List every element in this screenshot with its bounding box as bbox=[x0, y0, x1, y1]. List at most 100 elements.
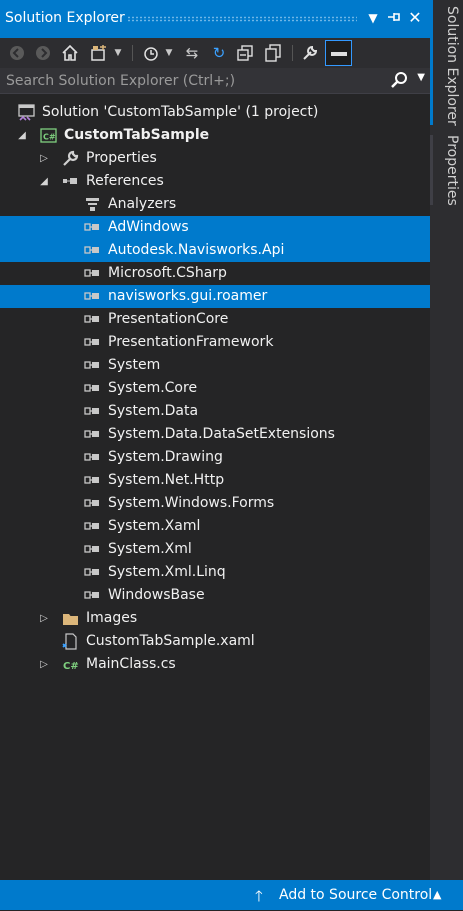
switch-views-dropdown-icon[interactable]: ▼ bbox=[112, 42, 124, 64]
tree-row[interactable]: System.Xml bbox=[0, 538, 430, 561]
tab-properties[interactable]: Properties bbox=[433, 135, 460, 206]
wrench-icon bbox=[62, 150, 79, 167]
tree-item-label: Solution 'CustomTabSample' (1 project) bbox=[42, 104, 319, 120]
tree-row[interactable]: System.Data bbox=[0, 400, 430, 423]
reference-icon bbox=[84, 288, 101, 305]
tree-row[interactable]: System.Drawing bbox=[0, 446, 430, 469]
tree-row[interactable]: System.Core bbox=[0, 377, 430, 400]
tree-row[interactable]: Analyzers bbox=[0, 193, 430, 216]
tree-row[interactable]: System.Xaml bbox=[0, 515, 430, 538]
preview-selected-items-icon[interactable] bbox=[325, 40, 352, 66]
back-icon[interactable] bbox=[6, 42, 28, 64]
svg-text:C#: C# bbox=[63, 661, 79, 672]
tab-solution-explorer[interactable]: Solution Explorer bbox=[433, 6, 460, 126]
home-icon[interactable] bbox=[59, 42, 81, 64]
tree-item-label: PresentationCore bbox=[108, 311, 229, 327]
reference-icon bbox=[84, 518, 101, 535]
collapsed-arrow-icon[interactable]: ▷ bbox=[38, 147, 50, 170]
tree-row[interactable]: navisworks.gui.roamer bbox=[0, 285, 430, 308]
search-box: ▼ bbox=[0, 68, 430, 94]
tree-row[interactable]: ▷ Properties bbox=[0, 147, 430, 170]
tree-row[interactable]: Autodesk.Navisworks.Api bbox=[0, 239, 430, 262]
analyzers-icon bbox=[84, 196, 101, 213]
refresh-icon[interactable]: ↻ bbox=[208, 42, 230, 64]
tree-item-label: CustomTabSample.xaml bbox=[86, 633, 255, 649]
expanded-arrow-icon[interactable]: ◢ bbox=[16, 124, 28, 147]
tree-row[interactable]: PresentationFramework bbox=[0, 331, 430, 354]
reference-icon bbox=[84, 334, 101, 351]
references-icon bbox=[62, 173, 79, 190]
tree-item-label: Microsoft.CSharp bbox=[108, 265, 227, 281]
reference-icon bbox=[84, 403, 101, 420]
csharp-file-icon: C# bbox=[62, 656, 79, 673]
properties-wrench-icon[interactable] bbox=[299, 42, 321, 64]
tree-item-label: System.Core bbox=[108, 380, 198, 396]
tree-row[interactable]: Solution 'CustomTabSample' (1 project) bbox=[0, 101, 430, 124]
panel-title: Solution Explorer bbox=[5, 10, 125, 26]
reference-icon bbox=[84, 265, 101, 282]
reference-icon bbox=[84, 357, 101, 374]
tree-row[interactable]: WindowsBase bbox=[0, 584, 430, 607]
tree-row[interactable]: AdWindows bbox=[0, 216, 430, 239]
tree-row[interactable]: ◢ C# CustomTabSample bbox=[0, 124, 430, 147]
search-options-dropdown-icon[interactable]: ▼ bbox=[417, 72, 425, 83]
tree-item-label: CustomTabSample bbox=[64, 127, 210, 143]
solution-explorer-titlebar: Solution Explorer ▼ ✕ bbox=[0, 0, 430, 38]
close-icon[interactable]: ✕ bbox=[407, 10, 423, 26]
tree-item-label: Properties bbox=[86, 150, 157, 166]
tree-item-label: System.Drawing bbox=[108, 449, 223, 465]
tree-item-label: System.Data.DataSetExtensions bbox=[108, 426, 335, 442]
reference-icon bbox=[84, 541, 101, 558]
pending-changes-filter-icon[interactable] bbox=[140, 42, 162, 64]
tree-row[interactable]: System.Xml.Linq bbox=[0, 561, 430, 584]
tree-row[interactable]: ▷ Images bbox=[0, 607, 430, 630]
toolbar: ▼ ▼ ⇆ ↻ bbox=[0, 38, 430, 68]
tree-row[interactable]: System.Windows.Forms bbox=[0, 492, 430, 515]
status-bar: 🡑 Add to Source Control ▲ bbox=[0, 880, 463, 910]
reference-icon bbox=[84, 449, 101, 466]
tree-row[interactable]: System.Data.DataSetExtensions bbox=[0, 423, 430, 446]
tree-item-label: System.Net.Http bbox=[108, 472, 225, 488]
tree-row[interactable]: System bbox=[0, 354, 430, 377]
tree-item-label: System.Data bbox=[108, 403, 199, 419]
tree-row[interactable]: PresentationCore bbox=[0, 308, 430, 331]
search-icon[interactable] bbox=[390, 71, 408, 89]
tree-item-label: AdWindows bbox=[108, 219, 189, 235]
drag-grip[interactable] bbox=[127, 16, 357, 22]
forward-icon[interactable] bbox=[32, 42, 54, 64]
solution-tree: Solution 'CustomTabSample' (1 project) ◢ C… bbox=[0, 101, 430, 676]
tree-row[interactable]: ◢ References bbox=[0, 170, 430, 193]
window-position-dropdown-icon[interactable]: ▼ bbox=[365, 10, 381, 26]
tree-row[interactable]: Microsoft.CSharp bbox=[0, 262, 430, 285]
tree-item-label: References bbox=[86, 173, 164, 189]
tree-item-label: System.Xaml bbox=[108, 518, 201, 534]
add-to-source-control[interactable]: Add to Source Control bbox=[279, 887, 432, 903]
expanded-arrow-icon[interactable]: ◢ bbox=[38, 170, 50, 193]
tree-row[interactable]: ▷ C# MainClass.cs bbox=[0, 653, 430, 676]
reference-icon bbox=[84, 311, 101, 328]
reference-icon bbox=[84, 219, 101, 236]
tree-item-label: PresentationFramework bbox=[108, 334, 274, 350]
tree-item-label: WindowsBase bbox=[108, 587, 205, 603]
collapsed-arrow-icon[interactable]: ▷ bbox=[38, 653, 50, 676]
show-all-files-icon[interactable] bbox=[262, 42, 284, 64]
tree-item-label: System.Xml.Linq bbox=[108, 564, 226, 580]
tree-row[interactable]: CustomTabSample.xaml bbox=[0, 630, 430, 653]
pin-icon[interactable] bbox=[386, 10, 402, 26]
reference-icon bbox=[84, 426, 101, 443]
sync-with-active-document-icon[interactable]: ⇆ bbox=[181, 42, 203, 64]
tree-item-label: System bbox=[108, 357, 161, 373]
tree-row[interactable]: System.Net.Http bbox=[0, 469, 430, 492]
collapsed-arrow-icon[interactable]: ▷ bbox=[38, 607, 50, 630]
tree-item-label: Images bbox=[86, 610, 138, 626]
reference-icon bbox=[84, 495, 101, 512]
tree-item-label: Autodesk.Navisworks.Api bbox=[108, 242, 285, 258]
toolbar-separator bbox=[132, 45, 133, 61]
caret-up-icon[interactable]: ▲ bbox=[433, 888, 441, 901]
switch-views-icon[interactable] bbox=[88, 42, 110, 64]
filter-dropdown-icon[interactable]: ▼ bbox=[163, 42, 175, 64]
xaml-file-icon bbox=[62, 633, 79, 650]
search-input[interactable] bbox=[0, 68, 392, 94]
collapse-all-icon[interactable] bbox=[234, 42, 256, 64]
tree-item-label: MainClass.cs bbox=[86, 656, 176, 672]
